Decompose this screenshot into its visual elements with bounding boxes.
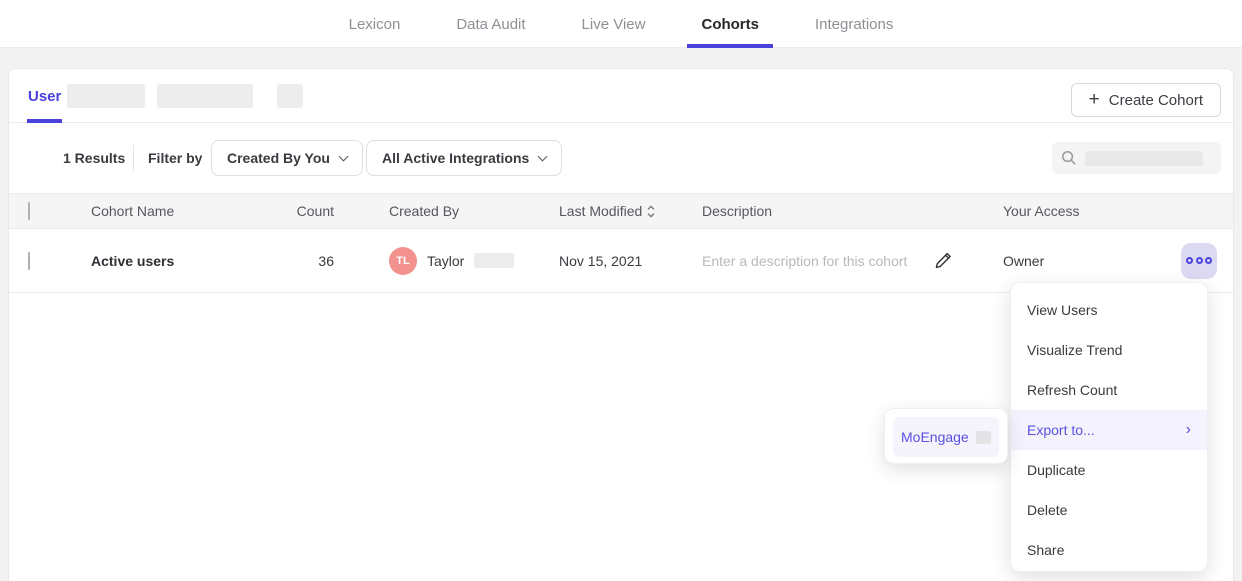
nav-tab-cohorts-label: Cohorts [701, 16, 759, 33]
filter-row: 1 Results Filter by Created By You All A… [9, 123, 1233, 193]
description-placeholder[interactable]: Enter a description for this cohort [702, 253, 907, 269]
redacted-text [976, 431, 991, 444]
redacted-tab [277, 84, 303, 108]
col-header-created-by: Created By [389, 203, 459, 219]
menu-item-refresh-count[interactable]: Refresh Count [1011, 370, 1207, 410]
integrations-filter-dropdown[interactable]: All Active Integrations [366, 140, 562, 176]
dot-icon [1186, 257, 1193, 264]
col-header-cohort-name: Cohort Name [91, 203, 174, 219]
dot-icon [1196, 257, 1203, 264]
divider [133, 145, 134, 171]
filter-by-label: Filter by [148, 150, 202, 166]
edit-description-icon[interactable] [932, 250, 954, 272]
cohort-name[interactable]: Active users [91, 253, 174, 269]
avatar: TL [389, 247, 417, 275]
cohorts-page: Lexicon Data Audit Live View Cohorts Int… [0, 0, 1242, 581]
create-cohort-button[interactable]: + Create Cohort [1071, 83, 1221, 117]
menu-item-export-to[interactable]: Export to... › [1011, 410, 1207, 450]
active-tab-underline [687, 44, 773, 48]
chevron-down-icon [538, 151, 548, 161]
menu-item-delete[interactable]: Delete [1011, 490, 1207, 530]
nav-tab-integrations[interactable]: Integrations [801, 0, 907, 48]
redacted-search-text [1085, 151, 1203, 166]
cohort-type-tabs: User + Create Cohort [9, 69, 1233, 123]
moengage-label: MoEngage [901, 429, 969, 445]
export-to-label: Export to... [1027, 422, 1095, 438]
plus-icon: + [1089, 90, 1100, 109]
table-header: Cohort Name Count Created By Last Modifi… [9, 193, 1233, 229]
row-actions-button[interactable] [1181, 243, 1217, 279]
nav-tab-live-view[interactable]: Live View [568, 0, 660, 48]
select-all-checkbox[interactable] [28, 202, 30, 220]
redacted-tab [67, 84, 145, 108]
export-submenu: MoEngage [884, 408, 1008, 464]
nav-tabs: Lexicon Data Audit Live View Cohorts Int… [335, 0, 908, 47]
results-count: 1 Results [63, 150, 125, 166]
tab-user-label: User [28, 88, 61, 105]
redacted-tab [157, 84, 253, 108]
sort-icon [647, 205, 655, 218]
col-header-your-access: Your Access [1003, 203, 1080, 219]
search-icon [1061, 150, 1077, 166]
dot-icon [1205, 257, 1212, 264]
created-by-cell: TL Taylor [389, 247, 514, 275]
menu-item-view-users[interactable]: View Users [1011, 290, 1207, 330]
menu-item-visualize-trend[interactable]: Visualize Trend [1011, 330, 1207, 370]
last-modified-value: Nov 15, 2021 [559, 253, 642, 269]
redacted-last-name [474, 253, 514, 268]
nav-tab-lexicon[interactable]: Lexicon [335, 0, 415, 48]
submenu-item-moengage[interactable]: MoEngage [893, 417, 999, 457]
menu-item-duplicate[interactable]: Duplicate [1011, 450, 1207, 490]
col-header-description: Description [702, 203, 772, 219]
nav-tab-cohorts[interactable]: Cohorts [687, 0, 773, 48]
created-by-filter-dropdown[interactable]: Created By You [211, 140, 363, 176]
chevron-right-icon: › [1186, 422, 1191, 438]
row-actions-menu: View Users Visualize Trend Refresh Count… [1010, 282, 1208, 572]
col-header-last-modified[interactable]: Last Modified [559, 203, 655, 219]
tab-user[interactable]: User [27, 69, 62, 123]
search-input[interactable] [1052, 142, 1221, 174]
nav-tab-data-audit[interactable]: Data Audit [442, 0, 539, 48]
top-nav: Lexicon Data Audit Live View Cohorts Int… [0, 0, 1242, 48]
row-checkbox[interactable] [28, 252, 30, 270]
integrations-filter-value: All Active Integrations [382, 150, 529, 166]
menu-item-share[interactable]: Share [1011, 530, 1207, 570]
created-by-filter-value: Created By You [227, 150, 330, 166]
col-header-count: Count [257, 203, 334, 219]
last-modified-label: Last Modified [559, 203, 642, 219]
create-cohort-label: Create Cohort [1109, 92, 1203, 109]
cohort-count: 36 [257, 253, 334, 269]
access-value: Owner [1003, 253, 1044, 269]
chevron-down-icon [339, 151, 349, 161]
created-by-name: Taylor [427, 253, 464, 269]
